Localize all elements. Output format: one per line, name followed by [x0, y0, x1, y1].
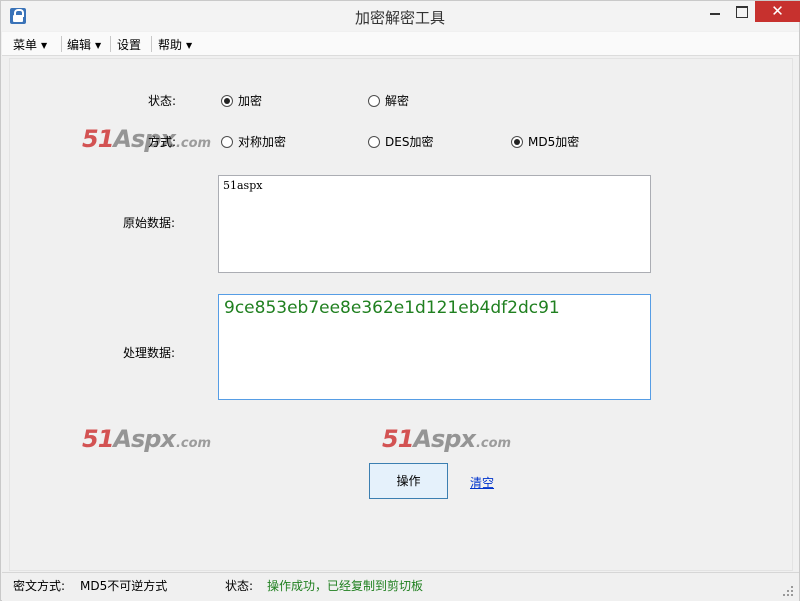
status-bar: 密文方式: MD5不可逆方式 状态: 操作成功，已经复制到剪切板	[2, 572, 799, 601]
menu-item-edit[interactable]: 编辑 ▼	[67, 36, 101, 53]
radio-encrypt[interactable]: 加密	[221, 92, 262, 109]
close-button[interactable]: ✕	[755, 1, 800, 22]
radio-unchecked-icon	[368, 94, 380, 107]
radio-checked-icon	[511, 135, 523, 148]
radio-label: 加密	[238, 94, 263, 108]
window-title: 加密解密工具	[354, 9, 445, 27]
execute-button[interactable]: 操作	[369, 463, 448, 499]
watermark-logo: 51 Aspx .com	[82, 425, 212, 453]
menu-separator	[110, 36, 111, 52]
dropdown-arrow-icon: ▼	[41, 41, 48, 50]
app-window: 加密解密工具 ✕ 菜单 ▼ 编辑 ▼ 设置 帮助 ▼ 51 Aspx .com 51 Asp…	[0, 0, 800, 601]
menu-item-main[interactable]: 菜单 ▼	[13, 36, 47, 53]
original-data-label: 原始数据:	[123, 216, 176, 230]
radio-md5[interactable]: MD5加密	[511, 133, 579, 150]
menu-label: 编辑	[67, 38, 92, 52]
mode-label: 状态:	[148, 94, 177, 108]
minimize-button[interactable]	[701, 1, 728, 22]
radio-des[interactable]: DES加密	[368, 133, 433, 150]
status-label: 状态:	[225, 579, 254, 593]
menu-label: 菜单	[13, 38, 38, 52]
cipher-mode-label: 密文方式:	[13, 579, 66, 593]
radio-decrypt[interactable]: 解密	[368, 92, 409, 109]
dropdown-arrow-icon: ▼	[95, 41, 102, 50]
menu-item-settings[interactable]: 设置	[117, 36, 141, 53]
original-data-input[interactable]: 51aspx	[218, 175, 651, 273]
title-bar[interactable]: 加密解密工具 ✕	[1, 1, 800, 31]
maximize-button[interactable]	[728, 1, 755, 22]
radio-label: MD5加密	[528, 135, 580, 149]
main-panel: 51 Aspx .com 51 Aspx .com 51 Aspx .com 状态: 加密 …	[9, 58, 793, 571]
menu-label: 帮助	[158, 38, 183, 52]
method-label: 方式:	[148, 135, 177, 149]
radio-checked-icon	[221, 94, 233, 107]
radio-label: 对称加密	[238, 135, 287, 149]
radio-unchecked-icon	[221, 135, 233, 148]
status-message: 操作成功，已经复制到剪切板	[267, 579, 424, 593]
resize-grip-icon[interactable]	[783, 586, 793, 596]
menu-item-help[interactable]: 帮助 ▼	[158, 36, 192, 53]
radio-symmetric[interactable]: 对称加密	[221, 133, 286, 150]
watermark-logo: 51 Aspx .com	[382, 425, 512, 453]
menu-separator	[61, 36, 62, 52]
radio-label: 解密	[385, 94, 410, 108]
dropdown-arrow-icon: ▼	[186, 41, 193, 50]
radio-unchecked-icon	[368, 135, 380, 148]
menu-label: 设置	[117, 38, 142, 52]
watermark-logo: 51 Aspx .com	[82, 125, 212, 153]
cipher-mode-value: MD5不可逆方式	[80, 579, 168, 593]
radio-label: DES加密	[385, 135, 434, 149]
menu-bar: 菜单 ▼ 编辑 ▼ 设置 帮助 ▼	[2, 32, 799, 56]
clear-link[interactable]: 清空	[470, 474, 494, 491]
menu-separator	[151, 36, 152, 52]
result-data-label: 处理数据:	[123, 346, 176, 360]
result-data-output[interactable]: 9ce853eb7ee8e362e1d121eb4df2dc91	[218, 294, 651, 400]
